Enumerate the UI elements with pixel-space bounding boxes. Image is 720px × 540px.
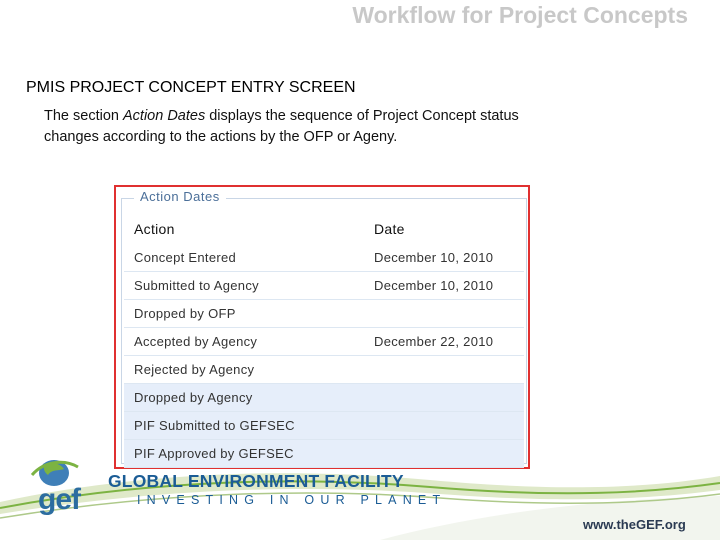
- date-cell: [372, 411, 524, 440]
- action-dates-legend: Action Dates: [134, 189, 226, 204]
- gef-logo-text: gef: [38, 483, 81, 516]
- action-dates-panel: Action Dates Action Date Concept Entered…: [114, 185, 530, 469]
- date-cell: [372, 383, 524, 412]
- column-header-date: Date: [374, 221, 405, 237]
- description-emphasis: Action Dates: [123, 108, 206, 124]
- description-text-1: The section: [44, 108, 123, 124]
- table-row: Rejected by Agency: [124, 355, 524, 384]
- action-cell: Concept Entered: [124, 244, 372, 272]
- slide-title: Workflow for Project Concepts: [352, 2, 688, 28]
- table-row: Concept Entered December 10, 2010: [124, 244, 524, 272]
- action-cell: Dropped by OFP: [124, 299, 372, 328]
- date-cell: December 10, 2010: [372, 244, 524, 272]
- organization-tagline: INVESTING IN OUR PLANET: [137, 493, 447, 507]
- action-dates-table: Action Date Concept Entered December 10,…: [124, 214, 524, 468]
- action-cell: Rejected by Agency: [124, 355, 372, 384]
- description: The section Action Dates displays the se…: [44, 106, 564, 148]
- date-cell: [372, 355, 524, 384]
- section-heading: PMIS PROJECT CONCEPT ENTRY SCREEN: [26, 79, 356, 96]
- action-dates-fieldset: Action Dates Action Date Concept Entered…: [121, 189, 527, 468]
- table-row: Dropped by Agency: [124, 383, 524, 412]
- action-cell: Dropped by Agency: [124, 383, 372, 412]
- column-header-action: Action: [134, 221, 175, 237]
- date-cell: December 22, 2010: [372, 327, 524, 356]
- table-header-row: Action Date: [124, 214, 524, 244]
- table-row: Submitted to Agency December 10, 2010: [124, 271, 524, 300]
- website-url: www.theGEF.org: [583, 517, 686, 532]
- action-cell: Accepted by Agency: [124, 327, 372, 356]
- organization-name: GLOBAL ENVIRONMENT FACILITY: [108, 471, 404, 491]
- action-cell: PIF Submitted to GEFSEC: [124, 411, 372, 440]
- table-row: PIF Submitted to GEFSEC: [124, 411, 524, 440]
- table-row: Dropped by OFP: [124, 299, 524, 328]
- action-cell: Submitted to Agency: [124, 271, 372, 300]
- date-cell: [372, 299, 524, 328]
- date-cell: December 10, 2010: [372, 271, 524, 300]
- table-row: Accepted by Agency December 22, 2010: [124, 327, 524, 356]
